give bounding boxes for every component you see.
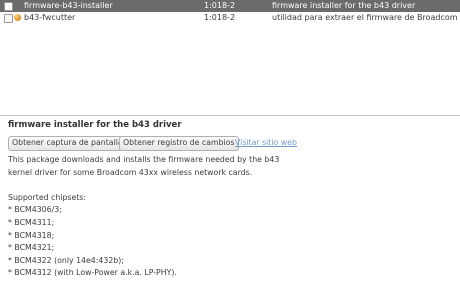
package-list[interactable]: firmware-b43-installer 1:018-2 firmware … <box>0 0 460 110</box>
description-line: kernel driver for some Broadcom 43xx wir… <box>8 167 253 177</box>
description-line: * BCM4322 (only 14e4:432b); <box>8 255 124 265</box>
installed-status-icon <box>14 14 21 21</box>
description-line: * BCM4311; <box>8 217 55 227</box>
description-line: * BCM4321; <box>8 243 55 253</box>
package-name: b43-fwcutter <box>24 13 76 22</box>
package-long-description: This package downloads and installs the … <box>8 154 448 280</box>
package-row-b43-fwcutter[interactable]: b43-fwcutter 1:018-2 utilidad para extra… <box>0 12 460 24</box>
package-version: 1:018-2 <box>204 1 236 10</box>
get-changelog-button[interactable]: Obtener registro de cambios <box>119 136 239 151</box>
package-details-panel: firmware installer for the b43 driver Ob… <box>0 115 460 281</box>
visit-website-link[interactable]: Visitar sitio web <box>235 137 297 149</box>
package-name: firmware-b43-installer <box>24 1 113 10</box>
description-line: * BCM4318; <box>8 230 55 240</box>
package-row-firmware-b43-installer[interactable]: firmware-b43-installer 1:018-2 firmware … <box>0 0 460 12</box>
install-checkbox[interactable] <box>4 2 13 11</box>
package-version: 1:018-2 <box>204 13 236 22</box>
description-line: * BCM4312 (with Low-Power a.k.a. LP-PHY)… <box>8 268 177 278</box>
description-line: * BCM4306/3; <box>8 205 62 215</box>
details-title: firmware installer for the b43 driver <box>8 120 182 130</box>
get-screenshot-button[interactable]: Obtener captura de pantalla <box>8 136 127 151</box>
description-line: Supported chipsets: <box>8 192 86 202</box>
description-line: This package downloads and installs the … <box>8 155 280 164</box>
description-line <box>8 179 448 192</box>
package-description: utilidad para extraer el firmware de Bro… <box>272 13 460 22</box>
install-checkbox[interactable] <box>4 14 13 23</box>
package-description: firmware installer for the b43 driver <box>272 1 416 10</box>
